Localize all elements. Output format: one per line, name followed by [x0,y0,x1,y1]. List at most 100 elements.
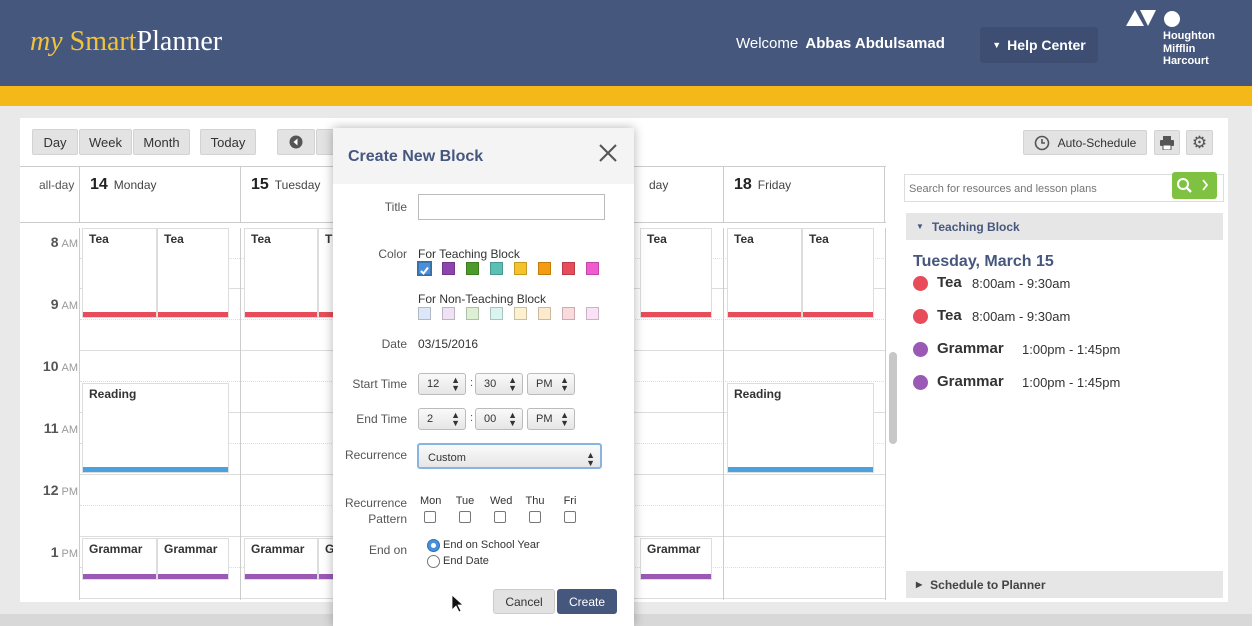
end-school-year-label: End on School Year [443,539,540,551]
event-grammar[interactable]: Grammar [244,538,318,580]
day-number: 15 [251,176,269,193]
day-name: day [649,178,669,192]
nonteaching-color-swatch[interactable] [442,307,455,320]
recurrence-select[interactable]: Custom ▲ ▼ [417,443,602,469]
nonteaching-color-swatch[interactable] [562,307,575,320]
teaching-block-section[interactable]: ▼ Teaching Block [906,213,1223,240]
nonteaching-color-swatch[interactable] [586,307,599,320]
logo-planner: Planner [136,26,223,57]
schedule-item-name[interactable]: Tea [937,307,962,324]
nonteaching-color-swatch[interactable] [418,307,431,320]
weekday-checkbox[interactable] [424,511,436,523]
print-button[interactable] [1154,130,1180,155]
event-grammar[interactable]: Grammar [157,538,229,580]
date-label: Date [381,337,407,351]
nonteaching-color-swatch[interactable] [538,307,551,320]
day-header-friday[interactable]: 18 Friday [723,167,885,222]
event-tea[interactable]: Tea [157,228,229,318]
weekday-checkbox[interactable] [494,511,506,523]
time-label-10am: 10 AM [42,358,78,374]
date-value[interactable]: 03/15/2016 [418,337,478,351]
event-tea[interactable]: Tea [727,228,802,318]
weekday-label: Fri [563,495,577,507]
day-name: Tuesday [274,178,321,192]
end-ampm-select[interactable]: PM ▲ ▼ [527,408,575,430]
end-minute-select[interactable]: 00 ▲ ▼ [475,408,523,430]
day-header-monday[interactable]: 14 Monday [79,167,240,222]
app-logo[interactable]: my SmartPlanner [30,26,222,58]
publisher-name: Houghton Mifflin Harcourt [1163,30,1215,68]
pattern-label: Pattern [368,512,407,526]
event-tea[interactable]: Tea [802,228,874,318]
event-reading[interactable]: Reading [727,383,874,473]
grid-column-line [723,228,724,600]
weekday-checkbox[interactable] [564,511,576,523]
schedule-item-time: 8:00am - 9:30am [972,309,1071,324]
create-button[interactable]: Create [557,589,617,614]
gear-icon: ⚙ [1191,132,1208,152]
teaching-color-swatch[interactable] [417,261,432,276]
next-week-button[interactable] [316,129,334,155]
teaching-color-swatch[interactable] [538,262,551,275]
teaching-color-swatch[interactable] [586,262,599,275]
event-tea[interactable]: Tea [82,228,157,318]
auto-schedule-button[interactable]: Auto-Schedule [1023,130,1147,155]
color-label: Color [378,247,407,261]
end-school-year-radio[interactable] [427,539,440,552]
time-label-1pm: 1 PM [50,544,78,560]
end-date-radio[interactable] [427,555,440,568]
calendar-scrollbar[interactable] [889,352,897,444]
end-hour-select[interactable]: 2 ▲ ▼ [418,408,466,430]
teaching-color-swatch[interactable] [562,262,575,275]
title-input[interactable] [418,194,605,220]
help-center-button[interactable]: ▼ Help Center [980,27,1098,63]
nonteaching-color-swatch[interactable] [514,307,527,320]
teaching-color-swatch[interactable] [490,262,503,275]
teaching-colors-label: For Teaching Block [418,247,520,261]
event-tea[interactable]: Tea [244,228,318,318]
event-tea[interactable]: Tea [640,228,712,318]
event-reading[interactable]: Reading [82,383,229,473]
event-grammar[interactable]: Grammar [82,538,157,580]
start-ampm-select[interactable]: PM ▲ ▼ [527,373,575,395]
search-button[interactable] [1172,172,1217,199]
weekday-label: Thu [525,495,545,507]
weekday-checkbox[interactable] [529,511,541,523]
dialog-title: Create New Block [348,148,484,165]
start-time-label: Start Time [352,377,407,391]
weekday-label: Mon [420,495,442,507]
teaching-color-swatch[interactable] [466,262,479,275]
grid-column-line [79,228,80,600]
time-label-11am: 11 AM [43,420,78,436]
today-button[interactable]: Today [200,129,256,155]
view-month-button[interactable]: Month [133,129,190,155]
schedule-item-name[interactable]: Grammar [937,340,1004,357]
settings-button[interactable]: ⚙ [1186,130,1213,155]
grid-column-line [240,228,241,600]
end-time-label: End Time [356,412,407,426]
view-day-button[interactable]: Day [32,129,78,155]
weekday-checkbox[interactable] [459,511,471,523]
publisher-line-2: Mifflin [1163,42,1196,55]
event-grammar[interactable]: Grammar [640,538,712,580]
allday-label: all-day [39,178,75,192]
teaching-color-swatch[interactable] [514,262,527,275]
nonteaching-color-swatch[interactable] [466,307,479,320]
view-week-button[interactable]: Week [79,129,132,155]
prev-week-button[interactable] [277,129,315,155]
nonteaching-color-swatch[interactable] [490,307,503,320]
chevron-left-icon [289,135,303,149]
caret-down-icon: ▼ [916,222,924,231]
start-hour-select[interactable]: 12 ▲ ▼ [418,373,466,395]
schedule-item-name[interactable]: Grammar [937,373,1004,390]
schedule-item-name[interactable]: Tea [937,274,962,291]
search-input[interactable] [909,179,1159,199]
close-icon[interactable] [597,142,619,164]
teaching-color-swatch[interactable] [442,262,455,275]
color-dot [913,375,928,390]
start-minute-select[interactable]: 30 ▲ ▼ [475,373,523,395]
schedule-to-planner-section[interactable]: ▶ Schedule to Planner [906,571,1223,598]
cancel-button[interactable]: Cancel [493,589,555,614]
window-edge [1252,0,1258,626]
accent-bar [0,86,1252,106]
